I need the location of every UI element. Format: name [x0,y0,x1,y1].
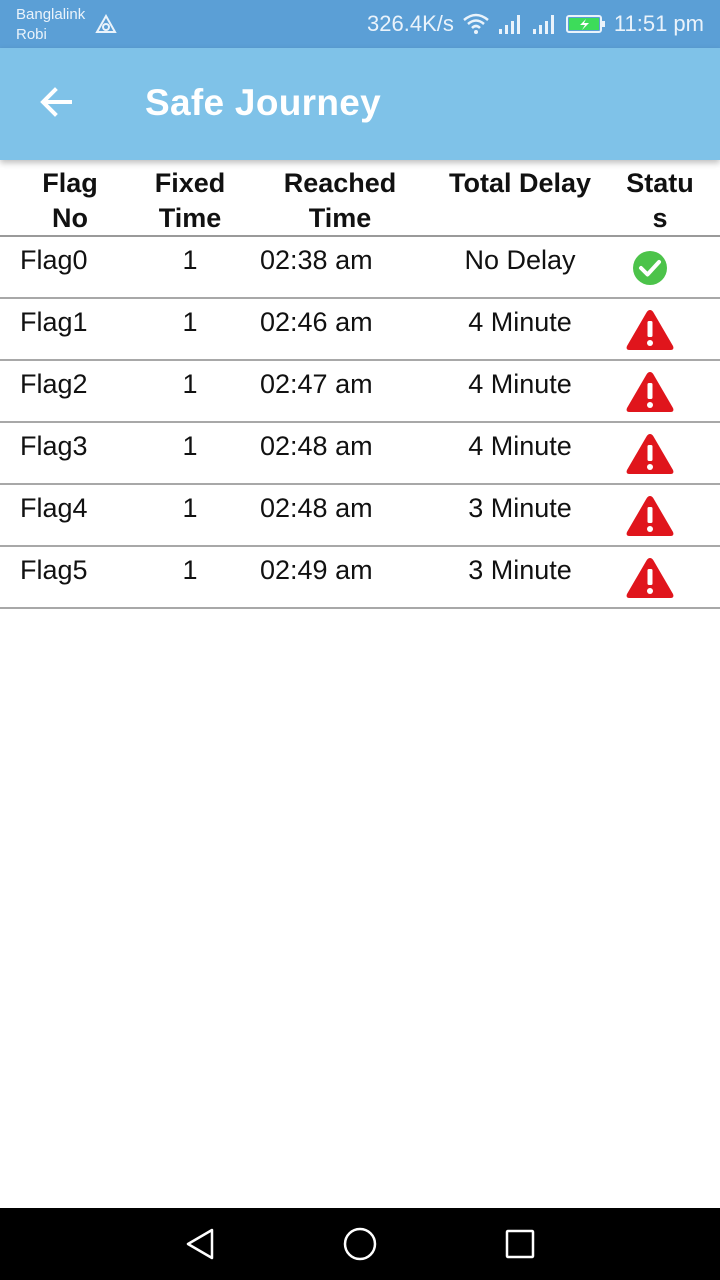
warning-triangle-icon [622,430,678,478]
nav-home-circle-icon [342,1226,378,1267]
network-speed: 326.4K/s [367,11,454,36]
fixed-time-cell: 1 [182,431,198,461]
journey-table: Flag No Fixed Time Reached Time Total De… [0,160,720,609]
signal-strength-icon-1 [498,13,524,35]
table-row: Flag2 1 02:47 am 4 Minute [0,361,720,423]
nav-home-button[interactable] [340,1226,380,1266]
nav-recents-button[interactable] [500,1226,540,1266]
total-delay-cell: No Delay [464,245,576,275]
warning-triangle-icon [622,554,678,602]
header-reached-time: Reached Time [283,168,397,233]
table-header: Flag No Fixed Time Reached Time Total De… [0,160,720,237]
reached-time-cell: 02:38 am [260,245,373,275]
warning-triangle-icon [622,368,678,416]
navigation-bar [0,1208,720,1280]
warning-triangle-icon [622,492,678,540]
flag-cell: Flag5 [20,555,88,585]
table-row: Flag1 1 02:46 am 4 Minute [0,299,720,361]
table-row: Flag0 1 02:38 am No Delay [0,237,720,299]
flag-cell: Flag2 [20,369,88,399]
total-delay-cell: 4 Minute [468,369,572,399]
signal-strength-icon-2 [532,13,558,35]
flag-cell: Flag1 [20,307,88,337]
check-circle-icon [622,244,678,292]
fixed-time-cell: 1 [182,555,198,585]
arrow-left-icon [38,84,74,125]
battery-charging-icon [565,14,606,34]
flag-cell: Flag0 [20,245,88,275]
header-flag-no: Flag No [42,168,98,233]
sim-signal-icon [95,13,117,41]
warning-triangle-icon [622,306,678,354]
app-bar: Safe Journey [0,48,720,160]
fixed-time-cell: 1 [182,493,198,523]
reached-time-cell: 02:47 am [260,369,373,399]
table-row: Flag5 1 02:49 am 3 Minute [0,547,720,609]
total-delay-cell: 3 Minute [468,555,572,585]
reached-time-cell: 02:48 am [260,431,373,461]
back-button[interactable] [30,78,82,130]
header-total-delay: Total Delay [448,168,592,198]
clock-time: 11:51 pm [613,11,704,36]
reached-time-cell: 02:48 am [260,493,373,523]
carrier-info: Banglalink Robi [16,5,85,45]
carrier-2-label: Robi [16,26,47,43]
nav-recents-square-icon [504,1228,536,1265]
fixed-time-cell: 1 [182,369,198,399]
carrier-1-label: Banglalink [16,6,86,23]
status-bar: Banglalink Robi 326.4K/s 11:51 pm [0,0,720,48]
page-title: Safe Journey [145,82,381,123]
table-row: Flag3 1 02:48 am 4 Minute [0,423,720,485]
flag-cell: Flag3 [20,431,88,461]
flag-cell: Flag4 [20,493,88,523]
fixed-time-cell: 1 [182,307,198,337]
nav-back-button[interactable] [180,1226,220,1266]
header-status: Status [626,168,694,233]
nav-back-triangle-icon [184,1227,216,1266]
total-delay-cell: 4 Minute [468,307,572,337]
table-row: Flag4 1 02:48 am 3 Minute [0,485,720,547]
header-fixed-time: Fixed Time [154,168,226,233]
total-delay-cell: 3 Minute [468,493,572,523]
reached-time-cell: 02:46 am [260,307,373,337]
fixed-time-cell: 1 [182,245,198,275]
reached-time-cell: 02:49 am [260,555,373,585]
wifi-icon [462,12,490,36]
total-delay-cell: 4 Minute [468,431,572,461]
